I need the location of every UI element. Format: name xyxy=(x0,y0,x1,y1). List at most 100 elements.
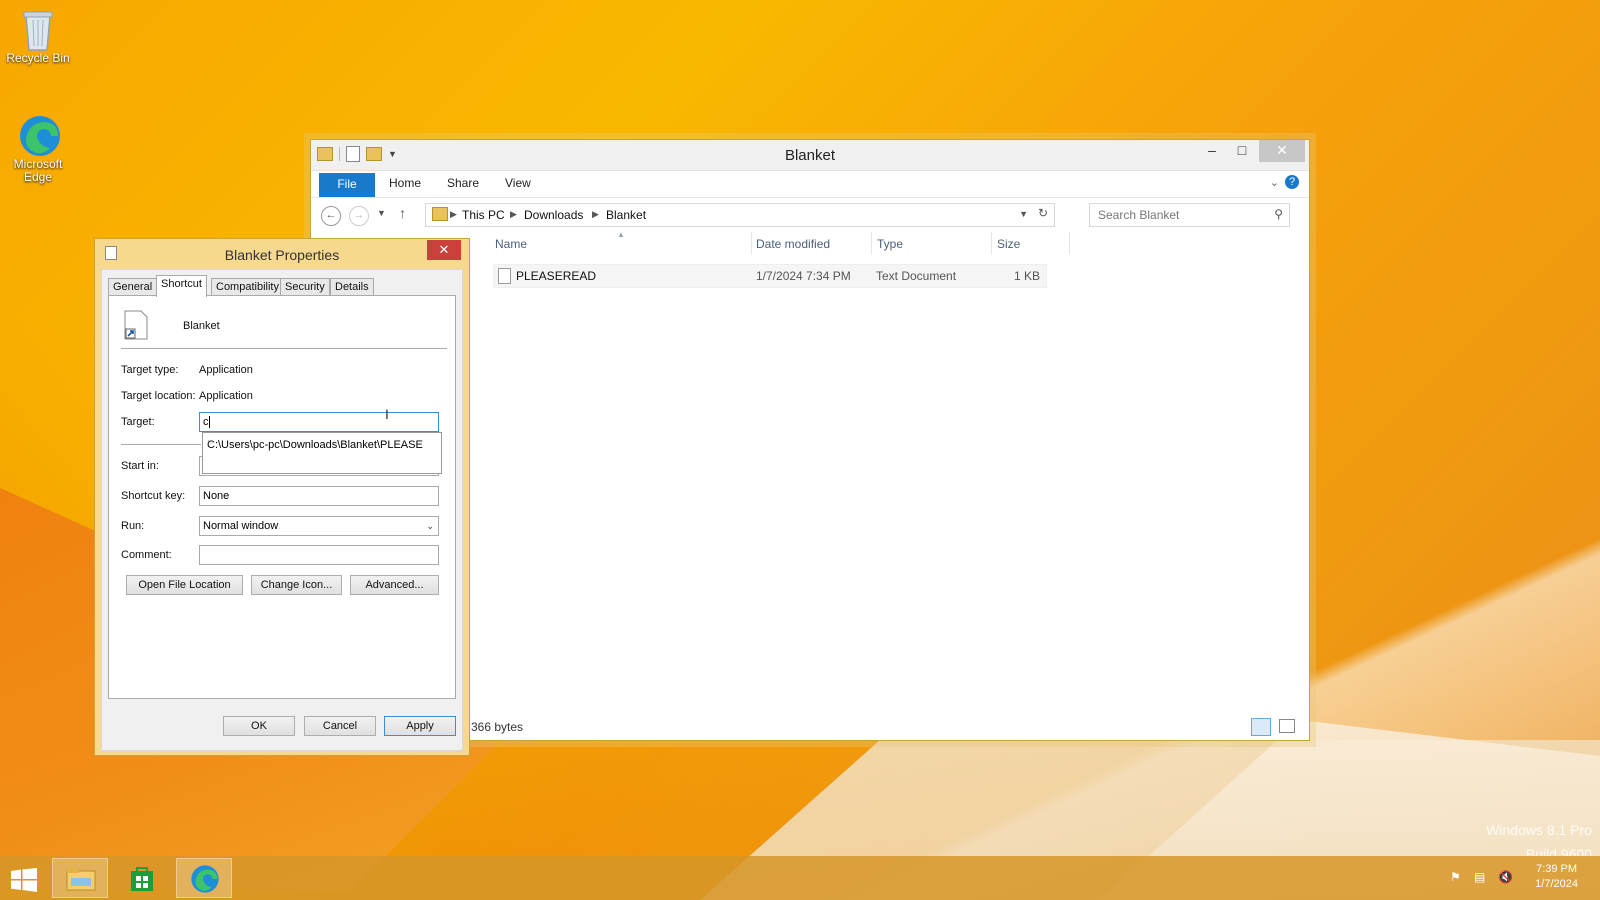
run-select[interactable]: Normal window ⌄ xyxy=(199,516,439,536)
help-icon[interactable]: ? xyxy=(1285,175,1299,189)
divider xyxy=(121,444,201,445)
shortcut-name: Blanket xyxy=(183,320,220,332)
resize-grip-icon[interactable]: ⋱ xyxy=(207,439,439,472)
chevron-right-icon: ▶ xyxy=(450,209,457,219)
address-bar[interactable]: ▶ This PC ▶ Downloads ▶ Blanket ▼ ↻ xyxy=(425,203,1055,227)
tab-shortcut[interactable]: Shortcut xyxy=(156,275,207,297)
dialog-body: General Shortcut Compatibility Security … xyxy=(101,269,463,751)
file-name: PLEASEREAD xyxy=(516,269,597,283)
tab-security[interactable]: Security xyxy=(280,278,330,296)
comment-input[interactable] xyxy=(199,545,439,565)
large-icons-view-icon[interactable] xyxy=(1279,719,1295,733)
breadcrumb-blanket[interactable]: Blanket xyxy=(606,208,646,222)
store-icon xyxy=(131,867,153,891)
chevron-right-icon: ▶ xyxy=(592,209,599,219)
divider xyxy=(121,348,447,349)
breadcrumb-this-pc[interactable]: This PC xyxy=(462,208,505,222)
text-cursor xyxy=(208,416,210,429)
chevron-right-icon: ▶ xyxy=(510,209,517,219)
details-view-icon[interactable] xyxy=(1251,718,1271,736)
start-in-label: Start in: xyxy=(121,460,159,472)
forward-button[interactable]: → xyxy=(349,206,369,226)
shortcut-icon xyxy=(124,310,148,340)
chevron-down-icon: ⌄ xyxy=(426,521,434,531)
autocomplete-dropdown[interactable]: C:\Users\pc-pc\Downloads\Blanket\PLEASE … xyxy=(202,432,442,474)
close-button[interactable]: ✕ xyxy=(1259,140,1305,162)
tab-compatibility[interactable]: Compatibility xyxy=(211,278,284,296)
search-icon[interactable]: ⚲ xyxy=(1274,207,1283,221)
tab-share[interactable]: Share xyxy=(447,176,479,190)
tab-general[interactable]: General xyxy=(108,278,158,296)
comment-label: Comment: xyxy=(121,549,172,561)
cancel-button[interactable]: Cancel xyxy=(304,716,376,736)
navigation-bar: ← → ▼ ↑ ▶ This PC ▶ Downloads ▶ Blanket … xyxy=(311,198,1309,232)
up-button[interactable]: ↑ xyxy=(399,205,406,221)
column-divider[interactable] xyxy=(1069,232,1070,254)
folder-icon xyxy=(432,207,448,221)
dialog-close-button[interactable]: ✕ xyxy=(427,240,461,260)
target-location-label: Target location: xyxy=(121,390,196,402)
column-divider[interactable] xyxy=(871,232,872,254)
desktop-icon-edge[interactable]: Microsoft Edge xyxy=(2,114,74,184)
edge-icon xyxy=(191,865,219,893)
action-center-flag-icon[interactable]: ⚑ xyxy=(1450,870,1461,884)
file-explorer-icon xyxy=(66,868,96,891)
desktop-icon-label: Microsoft Edge xyxy=(13,157,63,184)
column-size[interactable]: Size xyxy=(997,237,1020,251)
file-date: 1/7/2024 7:34 PM xyxy=(756,269,851,283)
file-type: Text Document xyxy=(876,269,957,283)
change-icon-button[interactable]: Change Icon... xyxy=(251,575,342,595)
ok-button[interactable]: OK xyxy=(223,716,295,736)
volume-muted-icon[interactable]: 🔇 xyxy=(1498,870,1513,884)
explorer-titlebar[interactable]: ▼ Blanket – □ ✕ xyxy=(311,140,1309,171)
apply-button[interactable]: Apply xyxy=(384,716,456,736)
back-button[interactable]: ← xyxy=(321,206,341,226)
recycle-bin-icon xyxy=(18,8,58,51)
dialog-title: Blanket Properties xyxy=(224,247,340,263)
clock-time: 7:39 PM xyxy=(1536,863,1578,875)
shortcut-panel: Blanket Target type: Application Target … xyxy=(108,295,456,699)
column-type[interactable]: Type xyxy=(877,237,903,251)
target-type-value: Application xyxy=(199,364,253,376)
sort-arrow-icon: ▲ xyxy=(617,230,625,239)
desktop-icon-recycle-bin[interactable]: Recycle Bin xyxy=(2,8,74,65)
address-dropdown-icon[interactable]: ▼ xyxy=(1019,209,1028,219)
status-text: 366 bytes xyxy=(471,720,524,734)
target-input[interactable]: c xyxy=(199,412,439,432)
tab-home[interactable]: Home xyxy=(389,176,421,190)
target-location-value: Application xyxy=(199,390,253,402)
breadcrumb-downloads[interactable]: Downloads xyxy=(524,208,583,222)
network-icon[interactable]: ▤ xyxy=(1474,870,1485,884)
column-divider[interactable] xyxy=(991,232,992,254)
taskbar-file-explorer[interactable] xyxy=(52,858,108,898)
clock-date: 1/7/2024 xyxy=(1535,878,1578,890)
window-title: Blanket xyxy=(784,147,836,164)
refresh-icon[interactable]: ↻ xyxy=(1038,206,1048,220)
shortcut-key-input[interactable]: None xyxy=(199,486,439,506)
tab-details[interactable]: Details xyxy=(330,278,374,296)
taskbar-edge[interactable] xyxy=(176,858,232,898)
system-clock[interactable]: 7:39 PM 1/7/2024 xyxy=(1535,862,1578,892)
shortcut-key-label: Shortcut key: xyxy=(121,490,186,502)
expand-ribbon-icon[interactable]: ⌄ xyxy=(1270,176,1279,189)
tab-file[interactable]: File xyxy=(319,173,375,197)
file-row[interactable]: PLEASEREAD 1/7/2024 7:34 PM Text Documen… xyxy=(493,264,1047,288)
text-file-icon xyxy=(498,268,511,284)
column-divider[interactable] xyxy=(751,232,752,254)
target-label: Target: xyxy=(121,416,155,428)
start-button[interactable] xyxy=(0,858,48,898)
properties-dialog[interactable]: Blanket Properties ✕ General Shortcut Co… xyxy=(94,238,470,756)
column-date-modified[interactable]: Date modified xyxy=(756,237,830,251)
column-name[interactable]: Name xyxy=(495,237,527,251)
open-file-location-button[interactable]: Open File Location xyxy=(126,575,243,595)
tab-view[interactable]: View xyxy=(505,176,531,190)
advanced-button[interactable]: Advanced... xyxy=(350,575,439,595)
file-size: 1 KB xyxy=(1013,269,1040,283)
maximize-button[interactable]: □ xyxy=(1227,140,1257,162)
taskbar: ⚑ ▤ 🔇 7:39 PM 1/7/2024 xyxy=(0,856,1600,900)
recent-locations-icon[interactable]: ▼ xyxy=(377,208,386,218)
minimize-button[interactable]: – xyxy=(1197,140,1227,162)
search-input[interactable]: Search Blanket ⚲ xyxy=(1089,203,1290,227)
taskbar-store[interactable] xyxy=(114,858,170,898)
text-cursor-icon: I xyxy=(385,406,389,422)
